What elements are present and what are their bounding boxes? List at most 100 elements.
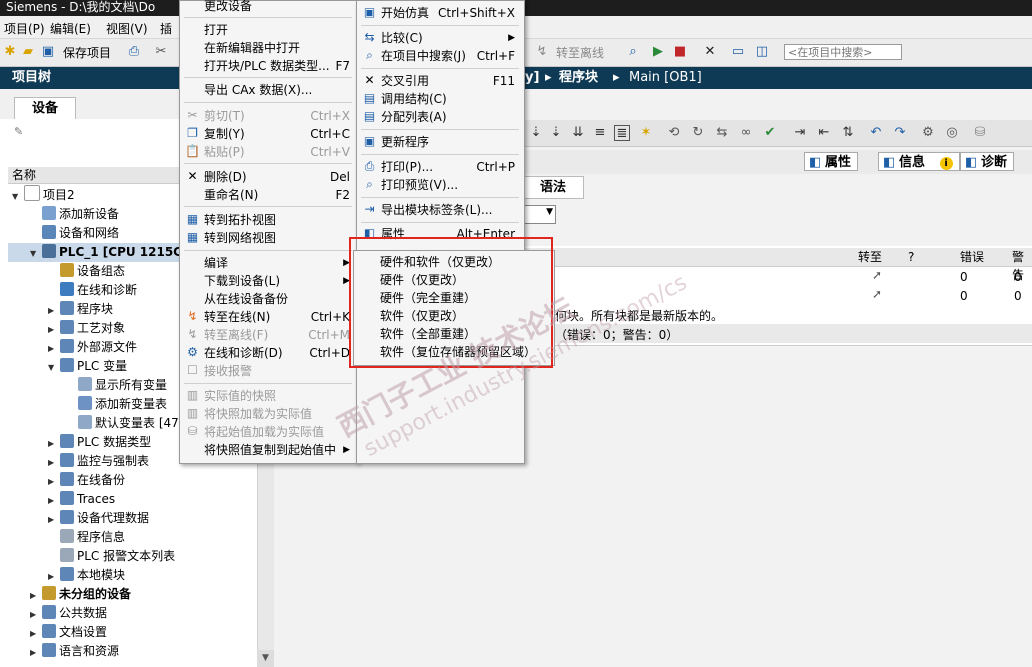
new-project-icon[interactable]: ✱ bbox=[2, 44, 18, 60]
menu-item-backup-online[interactable]: 从在线设备备份 bbox=[204, 290, 350, 308]
tree-item-technology-objects[interactable]: ▶ 工艺对象 bbox=[48, 319, 125, 338]
menu-item-download[interactable]: 下载到设备(L) ▶ bbox=[204, 272, 350, 290]
outdent-icon[interactable]: ⇤ bbox=[816, 125, 832, 141]
tab-syntax[interactable]: 语法 bbox=[522, 176, 584, 199]
menu-item-network-view[interactable]: ▦ 转到网络视图 bbox=[187, 229, 350, 247]
tree-item-default-tag-table[interactable]: 默认变量表 [47 bbox=[66, 414, 179, 433]
tree-item-languages[interactable]: ▶ 语言和资源 bbox=[30, 642, 119, 661]
scroll-down-icon[interactable]: ▼ bbox=[257, 650, 274, 667]
tree-item-show-all-tags[interactable]: 显示所有变量 bbox=[66, 376, 167, 395]
tab-info[interactable]: ◧ 信息 i bbox=[878, 152, 960, 171]
menu-item-open[interactable]: 打开 bbox=[204, 21, 350, 39]
menu-item-update-program[interactable]: ▣ 更新程序 bbox=[364, 133, 515, 151]
split-horizontal-icon[interactable]: ▭ bbox=[730, 44, 746, 60]
glasses-icon[interactable]: ◎ bbox=[944, 125, 960, 141]
menu-item-assignment-list[interactable]: ▤ 分配列表(A) bbox=[364, 108, 515, 126]
add-item-icon[interactable]: ✎ bbox=[14, 125, 30, 139]
network-view-icon[interactable]: ⚙ bbox=[920, 125, 936, 141]
tree-item-external-sources[interactable]: ▶ 外部源文件 bbox=[48, 338, 137, 357]
indent-icon[interactable]: ⇥ bbox=[792, 125, 808, 141]
save-project-button[interactable]: 保存项目 bbox=[63, 44, 111, 61]
open-project-icon[interactable]: ▰ bbox=[20, 44, 36, 60]
menu-item-search-project[interactable]: ⌕ 在项目中搜索(J) Ctrl+F bbox=[366, 47, 515, 65]
tree-item-doc-settings[interactable]: ▶ 文档设置 bbox=[30, 623, 107, 642]
tree-item-add-device[interactable]: 添加新设备 bbox=[30, 205, 119, 224]
submenu-sw-changes[interactable]: 软件（仅更改） bbox=[380, 307, 464, 325]
tree-item-ungrouped-devices[interactable]: ▶ 未分组的设备 bbox=[30, 585, 131, 604]
menu-project[interactable]: 项目(P) bbox=[4, 20, 45, 37]
menu-item-call-structure[interactable]: ▤ 调用结构(C) bbox=[364, 90, 515, 108]
refresh-icon[interactable]: ↻ bbox=[690, 125, 706, 141]
menu-item-delete[interactable]: ✕ 删除(D) Del bbox=[187, 168, 350, 186]
monitor-icon[interactable]: ⟲ bbox=[666, 125, 682, 141]
submenu-hw-rebuild[interactable]: 硬件（完全重建） bbox=[380, 289, 476, 307]
tab-devices[interactable]: 设备 bbox=[14, 97, 76, 120]
tree-item-add-tag-table[interactable]: 添加新变量表 bbox=[66, 395, 167, 414]
menu-item-print-preview[interactable]: ⌕ 打印预览(V)... bbox=[366, 176, 515, 194]
compare-icon[interactable]: ⇆ bbox=[714, 125, 730, 141]
tree-item-plc-data-types[interactable]: ▶ PLC 数据类型 bbox=[48, 433, 151, 452]
list-icon[interactable]: ≡ bbox=[592, 125, 608, 141]
tree-item-common-data[interactable]: ▶ 公共数据 bbox=[30, 604, 107, 623]
cut-icon[interactable]: ✂ bbox=[153, 44, 169, 60]
menu-item-copy[interactable]: ❐ 复制(Y) Ctrl+C bbox=[187, 125, 350, 143]
back-icon[interactable]: ↶ bbox=[868, 125, 884, 141]
menu-item-cross-reference[interactable]: ✕ 交叉引用 F11 bbox=[364, 72, 515, 90]
sort-icon[interactable]: ⇅ bbox=[840, 125, 856, 141]
compile-icon[interactable]: ⇊ bbox=[570, 125, 586, 141]
start-cpu-icon[interactable]: ▶ bbox=[650, 44, 666, 60]
breadcrumb-program-blocks[interactable]: 程序块 bbox=[559, 67, 598, 89]
forward-icon[interactable]: ↷ bbox=[892, 125, 908, 141]
download-all-icon[interactable]: ⇣ bbox=[548, 125, 564, 141]
submenu-hw-sw-changes[interactable]: 硬件和软件（仅更改） bbox=[380, 253, 500, 271]
menu-item-start-simulation[interactable]: ▣ 开始仿真 Ctrl+Shift+X bbox=[364, 4, 515, 22]
menu-item-rename[interactable]: 重命名(N) F2 bbox=[204, 186, 350, 204]
split-vertical-icon[interactable]: ◫ bbox=[754, 44, 770, 60]
close-icon[interactable]: ✕ bbox=[702, 44, 718, 60]
submenu-sw-rebuild[interactable]: 软件（全部重建） bbox=[380, 325, 476, 343]
goto-arrow-icon[interactable]: ➚ bbox=[872, 287, 882, 301]
tree-item-online-backup[interactable]: ▶ 在线备份 bbox=[48, 471, 125, 490]
menu-item-open-block[interactable]: 打开块/PLC 数据类型... F7 bbox=[204, 57, 350, 75]
menu-view[interactable]: 视图(V) bbox=[106, 20, 148, 37]
tree-item-device-config[interactable]: 设备组态 bbox=[48, 262, 125, 281]
tree-item-plc1[interactable]: ▼ PLC_1 [CPU 1215C AC bbox=[8, 243, 204, 262]
save-icon[interactable]: ▣ bbox=[40, 44, 56, 60]
menu-item-export-labels[interactable]: ⇥ 导出模块标签条(L)... bbox=[364, 201, 515, 219]
tree-item-program-blocks[interactable]: ▶ 程序块 bbox=[48, 300, 113, 319]
star-icon[interactable]: ✶ bbox=[638, 125, 654, 141]
tree-item-devices-networks[interactable]: 设备和网络 bbox=[30, 224, 119, 243]
tree-item-watch-force[interactable]: ▶ 监控与强制表 bbox=[48, 452, 149, 471]
tree-item-alarm-text-lists[interactable]: PLC 报警文本列表 bbox=[48, 547, 175, 566]
filter-icon[interactable]: ≣ bbox=[614, 125, 630, 141]
submenu-sw-reset-retentive[interactable]: 软件（复位存储器预留区域） bbox=[380, 343, 536, 361]
download-icon[interactable]: ⇣ bbox=[528, 125, 544, 141]
menu-item-compare[interactable]: ⇆ 比较(C) ▶ bbox=[364, 29, 515, 47]
menu-item-change-device[interactable]: 更改设备 bbox=[204, 0, 350, 15]
menu-item-properties[interactable]: ◧ 属性 Alt+Enter bbox=[364, 225, 515, 243]
menu-item-open-new-editor[interactable]: 在新编辑器中打开 bbox=[204, 39, 350, 57]
tree-item-traces[interactable]: ▶ Traces bbox=[48, 490, 115, 509]
filter-dropdown[interactable]: ▼ bbox=[522, 205, 556, 224]
database-icon[interactable]: ⛁ bbox=[972, 125, 988, 141]
tree-item-program-info[interactable]: 程序信息 bbox=[48, 528, 125, 547]
menu-item-export-cax[interactable]: 导出 CAx 数据(X)... bbox=[204, 81, 350, 99]
tree-item-plc-tags[interactable]: ▼ PLC 变量 bbox=[48, 357, 127, 376]
tree-item-project[interactable]: ▼ 项目2 bbox=[12, 185, 75, 204]
check-icon[interactable]: ✔ bbox=[762, 125, 778, 141]
tab-properties[interactable]: ◧ 属性 bbox=[804, 152, 859, 171]
print-icon[interactable]: ⎙ bbox=[126, 44, 142, 60]
accessible-devices-icon[interactable]: ⌕ bbox=[625, 44, 641, 60]
menu-item-go-online[interactable]: ↯ 转至在线(N) Ctrl+K bbox=[187, 308, 350, 326]
menu-item-print[interactable]: ⎙ 打印(P)... Ctrl+P bbox=[365, 158, 515, 176]
goto-arrow-icon[interactable]: ➚ bbox=[872, 268, 882, 282]
menu-item-copy-snapshot[interactable]: 将快照值复制到起始值中 ▶ bbox=[204, 441, 350, 459]
stop-cpu-icon[interactable]: ■ bbox=[672, 44, 688, 60]
tree-item-device-proxy[interactable]: ▶ 设备代理数据 bbox=[48, 509, 149, 528]
link-icon[interactable]: ∞ bbox=[738, 125, 754, 141]
menu-edit[interactable]: 编辑(E) bbox=[50, 20, 91, 37]
tree-item-online-diag[interactable]: 在线和诊断 bbox=[48, 281, 137, 300]
submenu-hw-changes[interactable]: 硬件（仅更改） bbox=[380, 271, 464, 289]
menu-insert[interactable]: 插 bbox=[160, 20, 172, 37]
menu-item-online-diagnostics[interactable]: ⚙ 在线和诊断(D) Ctrl+D bbox=[187, 344, 350, 362]
